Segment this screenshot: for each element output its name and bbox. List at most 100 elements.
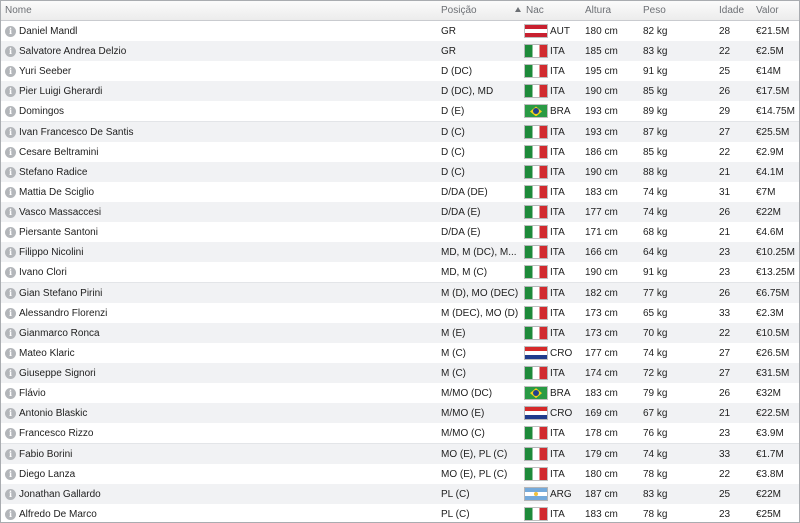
player-name[interactable]: Gianmarco Ronca — [19, 328, 100, 339]
player-age: 21 — [719, 227, 731, 239]
info-icon[interactable]: i — [5, 186, 16, 198]
player-name[interactable]: Salvatore Andrea Delzio — [19, 46, 126, 57]
player-name[interactable]: Alfredo De Marco — [19, 509, 97, 520]
player-name[interactable]: Pier Luigi Gherardi — [19, 86, 102, 97]
player-name[interactable]: Yuri Seeber — [19, 66, 71, 77]
column-header-nationality[interactable]: Nac — [526, 5, 544, 16]
info-icon[interactable]: i — [5, 247, 16, 259]
info-icon[interactable]: i — [5, 428, 16, 440]
player-name[interactable]: Antonio Blaskic — [19, 408, 87, 419]
table-row[interactable]: i Vasco Massaccesi D/DA (E) ITA 177 cm 74 kg 2… — [1, 202, 799, 224]
player-name[interactable]: Jonathan Gallardo — [19, 489, 101, 500]
player-nationality: ITA — [550, 126, 565, 138]
player-nationality: AUT — [550, 26, 570, 37]
player-value: €25.5M — [756, 126, 790, 138]
column-header-weight[interactable]: Peso — [643, 5, 666, 16]
info-icon[interactable]: i — [5, 488, 16, 500]
table-row[interactable]: i Salvatore Andrea Delzio GR ITA 185 cm 83 kg… — [1, 41, 799, 63]
table-row[interactable]: i Gianmarco Ronca M (E) ITA 173 cm 70 kg 22 €10… — [1, 322, 799, 344]
player-name[interactable]: Giuseppe Signori — [19, 368, 96, 379]
column-header-value[interactable]: Valor — [756, 5, 779, 16]
info-icon[interactable]: i — [5, 106, 16, 118]
table-row[interactable]: i Ivano Clori MD, M (C) ITA 190 cm 91 kg 23 €13… — [1, 262, 799, 284]
player-name[interactable]: Stefano Radice — [19, 167, 87, 178]
table-row[interactable]: i Diego Lanza MO (E), PL (C) ITA 180 cm 78 kg… — [1, 463, 799, 485]
table-row[interactable]: i Antonio Blaskic M/MO (E) CRO 169 cm 67 kg 21… — [1, 403, 799, 425]
player-name[interactable]: Flávio — [19, 388, 46, 399]
player-name[interactable]: Alessandro Florenzi — [19, 308, 107, 319]
column-header-position[interactable]: Posição — [441, 5, 477, 16]
table-row[interactable]: i Giuseppe Signori M (C) ITA 174 cm 72 kg 27 €3… — [1, 363, 799, 385]
table-row[interactable]: i Alfredo De Marco PL (C) ITA 183 cm 78 kg 23 €… — [1, 503, 799, 522]
info-icon[interactable]: i — [5, 388, 16, 400]
player-value: €10.5M — [756, 327, 790, 339]
info-icon[interactable]: i — [5, 287, 16, 299]
table-row[interactable]: i Cesare Beltramini D (C) ITA 186 cm 85 kg 22 €… — [1, 141, 799, 163]
info-icon[interactable]: i — [5, 267, 16, 279]
player-name[interactable]: Domingos — [19, 106, 64, 117]
table-row[interactable]: i Mattia De Sciglio D/DA (DE) ITA 183 cm 74 k… — [1, 181, 799, 203]
info-icon[interactable]: i — [5, 207, 16, 219]
info-icon[interactable]: i — [5, 86, 16, 98]
player-position: D (DC), MD — [441, 86, 494, 98]
player-height: 183 cm — [585, 508, 618, 520]
player-position: PL (C) — [441, 488, 470, 500]
player-name[interactable]: Mattia De Sciglio — [19, 187, 94, 198]
info-icon[interactable]: i — [5, 327, 16, 339]
column-header-age[interactable]: Idade — [719, 5, 744, 16]
table-row[interactable]: i Stefano Radice D (C) ITA 190 cm 88 kg 21 €4.1… — [1, 161, 799, 183]
player-name[interactable]: Ivan Francesco De Santis — [19, 127, 134, 138]
table-row[interactable]: i Filippo Nicolini MD, M (DC), M... ITA 166 … — [1, 242, 799, 264]
table-row[interactable]: i Jonathan Gallardo PL (C) ARG 187 cm 83 kg 25… — [1, 483, 799, 505]
info-icon[interactable]: i — [5, 347, 16, 359]
player-value: €32M — [756, 388, 782, 400]
player-name[interactable]: Daniel Mandl — [19, 26, 77, 37]
player-name[interactable]: Filippo Nicolini — [19, 247, 83, 258]
info-icon[interactable]: i — [5, 166, 16, 178]
table-row[interactable]: i Ivan Francesco De Santis D (C) ITA 193 cm 8… — [1, 121, 799, 143]
player-weight: 83 kg — [643, 488, 668, 500]
info-icon[interactable]: i — [5, 227, 16, 239]
player-name[interactable]: Fabio Borini — [19, 449, 72, 460]
player-weight: 91 kg — [643, 66, 668, 78]
column-header-name[interactable]: Nome — [5, 5, 32, 16]
info-icon[interactable]: i — [5, 508, 16, 520]
player-name[interactable]: Francesco Rizzo — [19, 428, 93, 439]
info-icon[interactable]: i — [5, 368, 16, 380]
info-icon[interactable]: i — [5, 26, 16, 37]
player-age: 27 — [719, 347, 731, 359]
column-header-height[interactable]: Altura — [585, 5, 611, 16]
player-position: D (C) — [441, 146, 465, 158]
table-row[interactable]: i Daniel Mandl GR AUT 180 cm 82 kg 28 €21.5M — [1, 21, 799, 42]
table-row[interactable]: i Gian Stefano Pirini M (D), MO (DEC) ITA 18… — [1, 282, 799, 304]
player-name[interactable]: Cesare Beltramini — [19, 147, 98, 158]
info-icon[interactable]: i — [5, 66, 16, 78]
table-row[interactable]: i Pier Luigi Gherardi D (DC), MD ITA 190 cm 8… — [1, 81, 799, 103]
info-icon[interactable]: i — [5, 146, 16, 158]
table-row[interactable]: i Flávio M/MO (DC) BRA 183 cm 79 kg 26 €32M — [1, 383, 799, 405]
info-icon[interactable]: i — [5, 46, 16, 58]
info-icon[interactable]: i — [5, 448, 16, 460]
player-nationality: ITA — [550, 307, 565, 319]
player-name[interactable]: Diego Lanza — [19, 469, 75, 480]
player-value: €10.25M — [756, 247, 795, 259]
table-row[interactable]: i Alessandro Florenzi M (DEC), MO (D) ITA 17… — [1, 302, 799, 324]
player-name[interactable]: Gian Stefano Pirini — [19, 288, 102, 299]
info-icon[interactable]: i — [5, 126, 16, 138]
info-icon[interactable]: i — [5, 408, 16, 420]
player-name[interactable]: Mateo Klaric — [19, 348, 75, 359]
table-row[interactable]: i Piersante Santoni D/DA (E) ITA 171 cm 68 kg… — [1, 222, 799, 244]
player-height: 190 cm — [585, 267, 618, 279]
table-row[interactable]: i Fabio Borini MO (E), PL (C) ITA 179 cm 74 k… — [1, 443, 799, 465]
info-icon[interactable]: i — [5, 307, 16, 319]
table-row[interactable]: i Yuri Seeber D (DC) ITA 195 cm 91 kg 25 €14M — [1, 61, 799, 83]
player-name[interactable]: Piersante Santoni — [19, 227, 98, 238]
player-name[interactable]: Vasco Massaccesi — [19, 207, 101, 218]
info-icon[interactable]: i — [5, 468, 16, 480]
flag-cro-icon — [525, 346, 547, 359]
table-row[interactable]: i Francesco Rizzo M/MO (C) ITA 178 cm 76 kg 23… — [1, 423, 799, 445]
player-name[interactable]: Ivano Clori — [19, 267, 67, 278]
table-row[interactable]: i Mateo Klaric M (C) CRO 177 cm 74 kg 27 €26.5M — [1, 342, 799, 364]
player-value: €3.8M — [756, 468, 784, 480]
table-row[interactable]: i Domingos D (E) BRA 193 cm 89 kg 29 €14.75M — [1, 101, 799, 123]
